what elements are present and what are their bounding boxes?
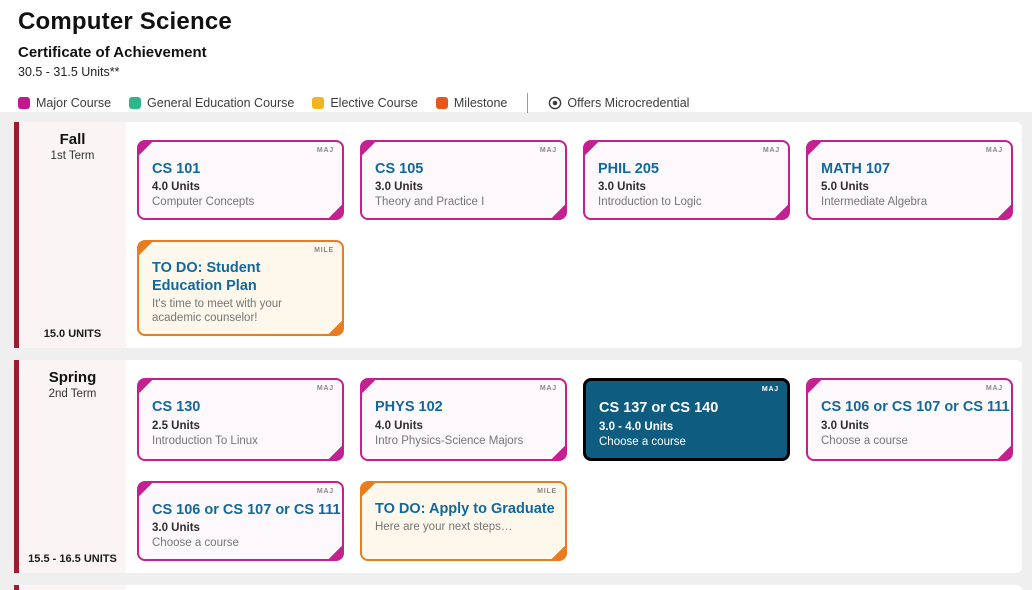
card-title: CS 105 (375, 161, 555, 178)
card-units: 3.0 Units (598, 181, 778, 193)
legend-item: Elective Course (312, 96, 418, 110)
card-description: Introduction To Linux (152, 434, 332, 448)
term-units-total: 15.0 UNITS (19, 328, 126, 340)
card-description: Introduction to Logic (598, 195, 778, 209)
card-description: Choose a course (599, 435, 777, 449)
legend-item: Milestone (436, 96, 508, 110)
legend-swatch-icon (312, 97, 324, 109)
page-subtitle: Certificate of Achievement (18, 44, 1014, 61)
program-summary-main: Computer Science - Certificate of Achiev… (126, 585, 1022, 590)
card-type-tag: MAJ (763, 147, 780, 154)
course-card[interactable]: MAJ CS 101 4.0 Units Computer Concepts (137, 140, 344, 220)
program-icon-column (19, 585, 126, 590)
legend-divider (527, 93, 528, 113)
terms-container: Fall 1st Term 15.0 UNITS MAJ CS 101 4.0 … (14, 122, 1022, 573)
card-title: CS 137 or CS 140 (599, 400, 777, 417)
course-card[interactable]: MAJ CS 130 2.5 Units Introduction To Lin… (137, 378, 344, 460)
legend-swatch-icon (129, 97, 141, 109)
term-row: Spring 2nd Term 15.5 - 16.5 UNITS MAJ CS… (14, 360, 1022, 573)
card-title: CS 130 (152, 399, 332, 416)
course-card[interactable]: MAJ CS 137 or CS 140 3.0 - 4.0 Units Cho… (583, 378, 790, 460)
card-units: 5.0 Units (821, 181, 1001, 193)
term-column: Spring 2nd Term 15.5 - 16.5 UNITS (19, 360, 126, 573)
card-title: PHYS 102 (375, 399, 555, 416)
legend-item-label: Elective Course (330, 96, 418, 110)
card-units: 3.0 Units (821, 420, 1001, 432)
milestone-card[interactable]: MILE TO DO: Student Education Plan It's … (137, 240, 344, 336)
card-type-tag: MAJ (540, 385, 557, 392)
card-type-tag: MAJ (317, 488, 334, 495)
course-card[interactable]: MAJ CS 105 3.0 Units Theory and Practice… (360, 140, 567, 220)
card-description: Computer Concepts (152, 195, 332, 209)
card-type-tag: MAJ (986, 147, 1003, 154)
term-ordinal: 1st Term (19, 150, 126, 162)
legend-swatch-icon (18, 97, 30, 109)
card-units: 3.0 - 4.0 Units (599, 421, 777, 433)
legend-item: Major Course (18, 96, 111, 110)
card-units: 4.0 Units (375, 420, 555, 432)
microcredential-label: Offers Microcredential (567, 96, 689, 110)
milestone-card[interactable]: MILE TO DO: Apply to Graduate Here are y… (360, 481, 567, 561)
card-description: Intermediate Algebra (821, 195, 1001, 209)
legend-item-label: Major Course (36, 96, 111, 110)
page-title: Computer Science (18, 8, 1014, 36)
cards-area: MAJ CS 130 2.5 Units Introduction To Lin… (126, 360, 1022, 573)
card-type-tag: MILE (537, 488, 557, 495)
program-summary-row: Computer Science - Certificate of Achiev… (14, 585, 1022, 590)
term-units-total: 15.5 - 16.5 UNITS (19, 553, 126, 565)
card-units: 3.0 Units (375, 181, 555, 193)
card-units: 3.0 Units (152, 522, 332, 534)
legend-item-label: Milestone (454, 96, 508, 110)
card-title: PHIL 205 (598, 161, 778, 178)
total-units-label: 30.5 - 31.5 Units** (18, 65, 1014, 79)
card-title: TO DO: Apply to Graduate (375, 501, 555, 518)
card-description: Intro Physics-Science Majors (375, 434, 555, 448)
card-description: Theory and Practice I (375, 195, 555, 209)
legend: Major Course General Education Course Elec… (18, 93, 1014, 113)
legend-item: General Education Course (129, 96, 294, 110)
card-type-tag: MAJ (317, 385, 334, 392)
term-row: Fall 1st Term 15.0 UNITS MAJ CS 101 4.0 … (14, 122, 1022, 348)
card-title: CS 101 (152, 161, 332, 178)
term-name: Spring (19, 369, 126, 386)
legend-item-label: General Education Course (147, 96, 294, 110)
card-type-tag: MAJ (540, 147, 557, 154)
card-description: Choose a course (152, 536, 332, 550)
card-type-tag: MAJ (986, 385, 1003, 392)
card-title: CS 106 or CS 107 or CS 111 (821, 399, 1001, 416)
microcredential-legend: Offers Microcredential (548, 96, 689, 110)
card-type-tag: MAJ (762, 386, 779, 393)
cards-area: MAJ CS 101 4.0 Units Computer Concepts M… (126, 122, 1022, 348)
card-units: 2.5 Units (152, 420, 332, 432)
course-card[interactable]: MAJ CS 106 or CS 107 or CS 111 3.0 Units… (806, 378, 1013, 460)
card-description: Here are your next steps… (375, 520, 555, 534)
pathway-map: Fall 1st Term 15.0 UNITS MAJ CS 101 4.0 … (0, 112, 1032, 590)
card-title: MATH 107 (821, 161, 1001, 178)
legend-swatch-icon (436, 97, 448, 109)
course-card[interactable]: MAJ PHYS 102 4.0 Units Intro Physics-Sci… (360, 378, 567, 460)
card-description: It's time to meet with your academic cou… (152, 297, 332, 326)
card-description: Choose a course (821, 434, 1001, 448)
card-type-tag: MAJ (317, 147, 334, 154)
card-type-tag: MILE (314, 247, 334, 254)
course-card[interactable]: MAJ MATH 107 5.0 Units Intermediate Alge… (806, 140, 1013, 220)
card-title: TO DO: Student Education Plan (152, 260, 332, 294)
target-circle-icon (548, 96, 562, 110)
term-ordinal: 2nd Term (19, 388, 126, 400)
card-units: 4.0 Units (152, 181, 332, 193)
card-title: CS 106 or CS 107 or CS 111 (152, 502, 332, 519)
course-card[interactable]: MAJ PHIL 205 3.0 Units Introduction to L… (583, 140, 790, 220)
term-column: Fall 1st Term 15.0 UNITS (19, 122, 126, 348)
term-name: Fall (19, 131, 126, 148)
program-header: Computer Science Certificate of Achievem… (0, 0, 1032, 112)
course-card[interactable]: MAJ CS 106 or CS 107 or CS 111 3.0 Units… (137, 481, 344, 561)
